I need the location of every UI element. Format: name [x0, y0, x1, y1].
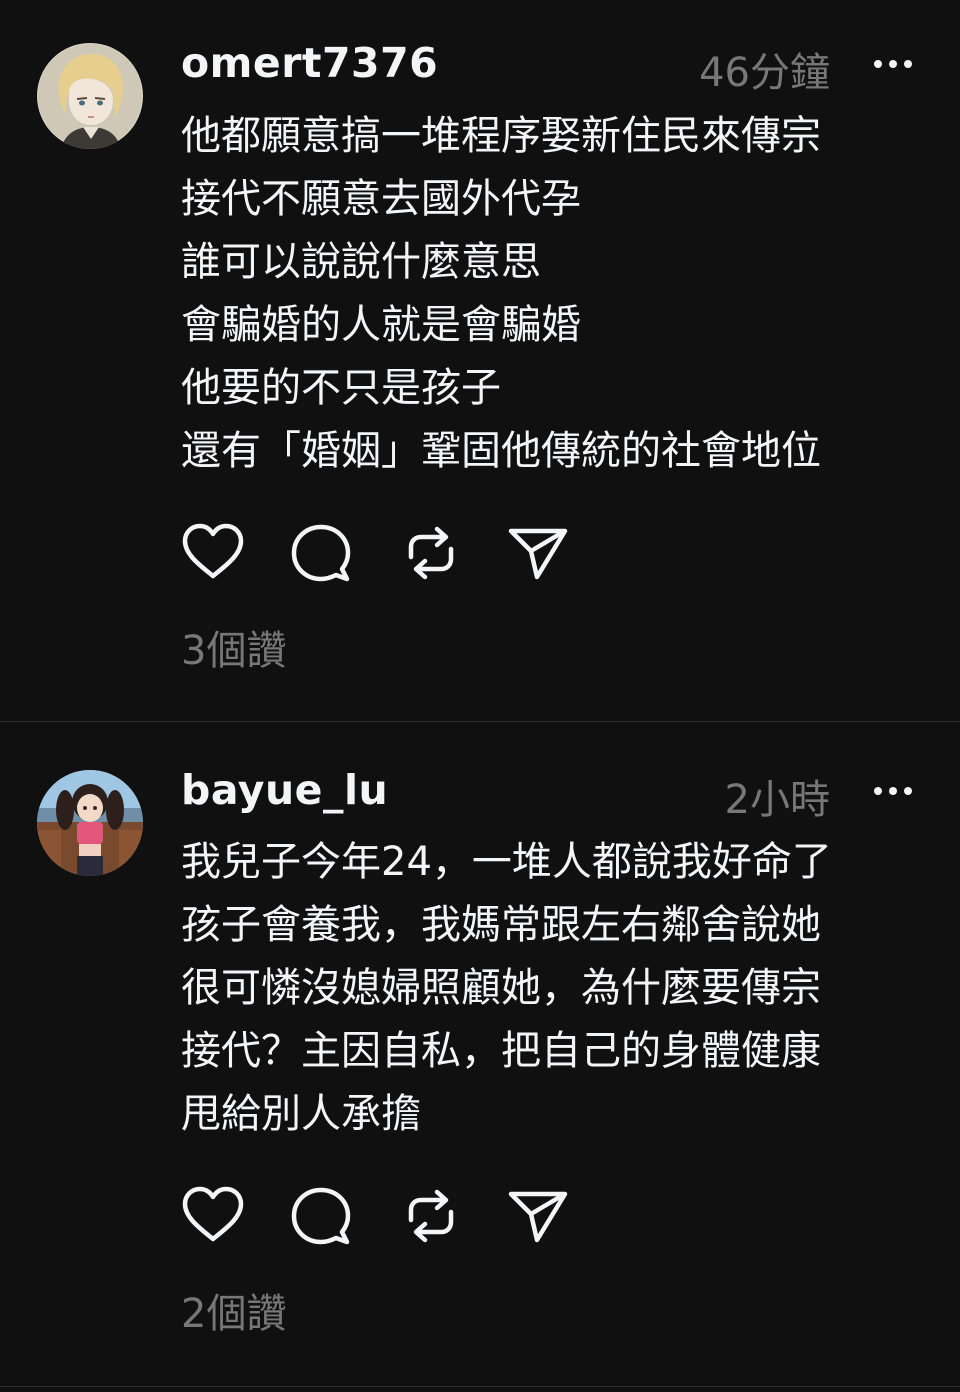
paper-plane-icon[interactable]: [507, 523, 571, 583]
thread-post: bayue_lu 2小時 我兒子今年24，一堆人都說我好命了 孩子會養我，我媽常…: [0, 723, 960, 1387]
post-text-line: 很可憐沒媳婦照顧她，為什麼要傳宗: [181, 965, 821, 1011]
username[interactable]: bayue_lu: [181, 766, 388, 814]
like-count[interactable]: 2個讚: [181, 1281, 286, 1339]
repost-arrows-icon[interactable]: [399, 523, 463, 583]
divider: [0, 721, 960, 722]
thread-post: omert7376 46分鐘 他都願意搞一堆程序娶新住民來傳宗 接代不願意去國外…: [0, 0, 960, 722]
avatar[interactable]: [37, 770, 143, 876]
post-text-line: 接代？主因自私，把自己的身體健康: [181, 1028, 821, 1074]
more-dots-icon[interactable]: [870, 56, 916, 72]
post-text-line: 誰可以說說什麼意思: [181, 239, 541, 285]
comment-bubble-icon[interactable]: [290, 523, 354, 583]
divider: [0, 1386, 960, 1387]
post-text: 他都願意搞一堆程序娶新住民來傳宗 接代不願意去國外代孕 誰可以說說什麼意思 會騙…: [181, 105, 941, 483]
username[interactable]: omert7376: [181, 39, 438, 87]
post-text: 我兒子今年24，一堆人都說我好命了 孩子會養我，我媽常跟左右鄰舍說她 很可憐沒媳…: [181, 831, 941, 1146]
action-bar: [181, 523, 581, 583]
like-count[interactable]: 3個讚: [181, 618, 286, 676]
post-text-line: 他都願意搞一堆程序娶新住民來傳宗: [181, 113, 821, 159]
action-bar: [181, 1186, 581, 1246]
post-text-line: 孩子會養我，我媽常跟左右鄰舍說她: [181, 902, 821, 948]
more-dots-icon[interactable]: [870, 783, 916, 799]
avatar[interactable]: [37, 43, 143, 149]
repost-arrows-icon[interactable]: [399, 1186, 463, 1246]
post-text-line: 還有「婚姻」鞏固他傳統的社會地位: [181, 428, 821, 474]
post-text-line: 我兒子今年24，一堆人都說我好命了: [181, 839, 832, 885]
post-text-line: 接代不願意去國外代孕: [181, 176, 581, 222]
heart-icon[interactable]: [181, 1186, 245, 1246]
timestamp: 46分鐘: [699, 50, 830, 96]
post-text-line: 他要的不只是孩子: [181, 365, 501, 411]
post-text-line: 甩給別人承擔: [181, 1091, 421, 1137]
comment-bubble-icon[interactable]: [290, 1186, 354, 1246]
post-text-line: 會騙婚的人就是會騙婚: [181, 302, 581, 348]
heart-icon[interactable]: [181, 523, 245, 583]
paper-plane-icon[interactable]: [507, 1186, 571, 1246]
timestamp: 2小時: [724, 777, 830, 823]
